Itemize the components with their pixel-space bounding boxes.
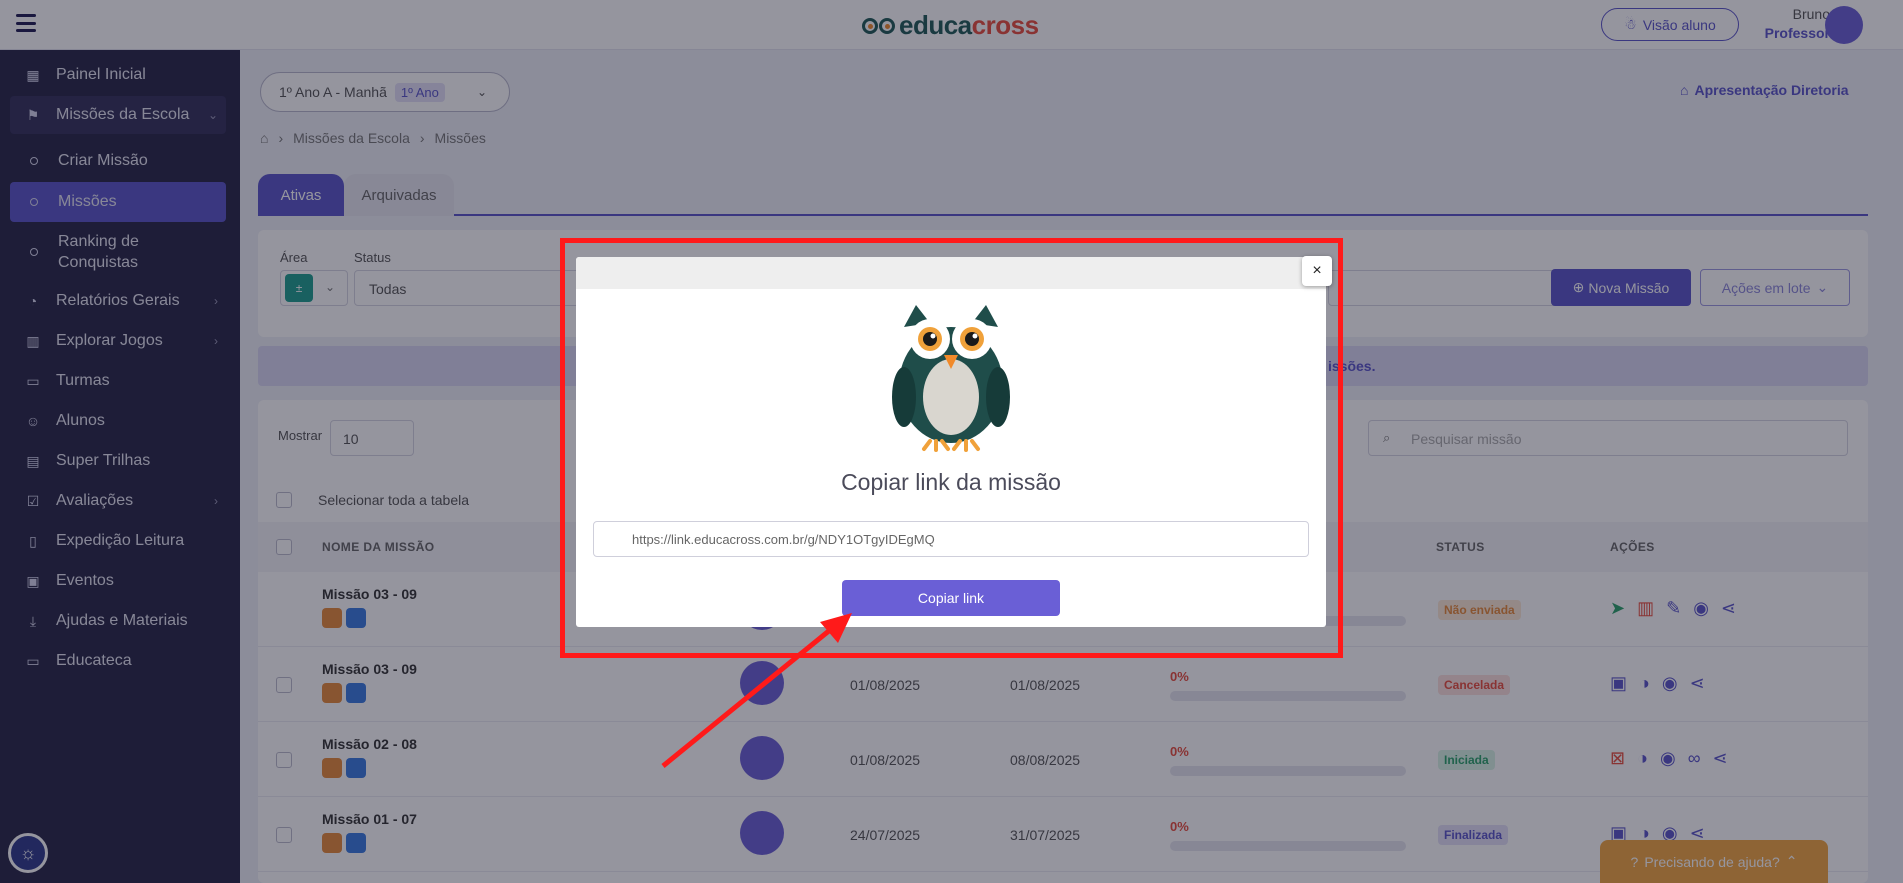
annotation-arrow-icon [661, 613, 852, 768]
